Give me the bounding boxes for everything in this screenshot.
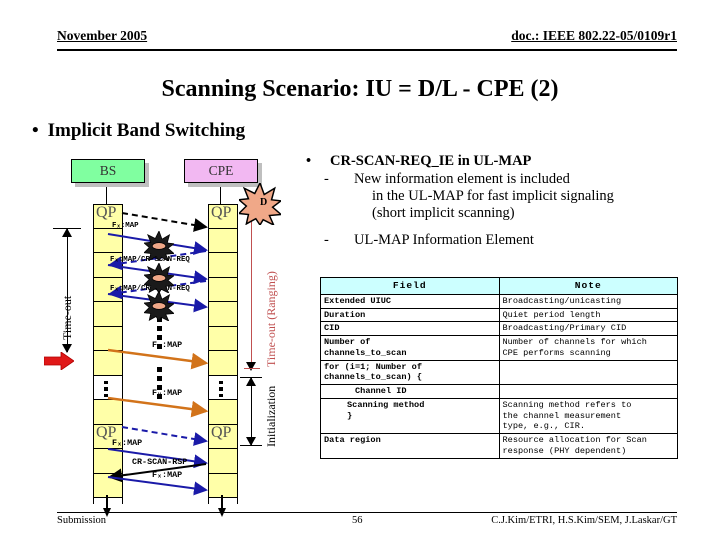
table-cell-field: Extended UIUC (320, 293, 500, 309)
table-cell-note: Resource allocation for Scan response (P… (498, 433, 678, 459)
right-sub2-label: UL-MAP Information Element (354, 232, 534, 248)
red-arrow-marker-icon (44, 352, 74, 370)
right-sub1-line2: in the UL-MAP for fast implicit signalin… (372, 188, 614, 204)
table-cell-note: Broadcasting/Primary CID (498, 321, 678, 337)
text-spacer (306, 222, 706, 231)
header-divider (57, 49, 677, 51)
table-cell-field: Scanning method } (320, 397, 500, 435)
table-header-note: Note (498, 277, 678, 295)
table-body: Extended UIUC Broadcasting/unicasting Dura… (320, 293, 678, 459)
page-title: Scanning Scenario: IU = D/L - CPE (2) (161, 76, 559, 102)
ul-map-ie-table: Field Note Extended UIUC Broadcasting/uni… (320, 277, 678, 459)
dash-marker-icon: - (324, 232, 329, 248)
header-date: November 2005 (57, 28, 148, 43)
footer-page-number: 56 (352, 515, 363, 526)
table-cell-field: CID (320, 321, 500, 337)
cpe-lifeline-end-arrow-icon (218, 495, 226, 517)
table-cell-field: for (i=1; Number of channels_to_scan) { (320, 359, 500, 386)
collision-burst-icon (144, 263, 174, 293)
detection-burst: D (237, 181, 283, 230)
sequence-diagram: BS CPE QP QP QP QP Fₓ:MAP Fᵧ:MAP Fᵧ:MAP … (40, 155, 308, 517)
main-bullet: • Implicit Band Switching (32, 120, 245, 142)
main-bullet-label: Implicit Band Switching (47, 120, 246, 141)
right-sub-item-1: - New information element is included (306, 171, 706, 188)
right-heading-label: CR-SCAN-REQ_IE in UL-MAP (330, 153, 532, 169)
msg-fy-map-1 (107, 348, 209, 370)
table-cell-note: Broadcasting/unicasting (498, 293, 678, 309)
bullet-marker-icon: • (306, 153, 312, 169)
table-header-field: Field (320, 277, 500, 295)
table-row: for (i=1; Number of channels_to_scan) { (320, 359, 678, 386)
dash-marker-icon: - (324, 171, 329, 187)
bs-lifeline-end-arrow-icon (103, 495, 111, 517)
table-cell-note: Scanning method refers to the channel me… (498, 397, 678, 435)
right-sub1-line1: New information element is included (354, 171, 570, 187)
bs-node: BS (71, 159, 145, 183)
table-cell-note (498, 359, 678, 386)
slide-footer: Submission 56 C.J.Kim/ETRI, H.S.Kim/SEM,… (57, 512, 677, 534)
table-row: Scanning method } Scanning method refers … (320, 397, 678, 435)
table-cell-field: Duration (320, 307, 500, 323)
right-sub-item-2: - UL-MAP Information Element (306, 232, 706, 249)
footer-divider (57, 512, 677, 513)
table-cell-note: Quiet period length (498, 307, 678, 323)
table-header-row: Field Note (320, 277, 678, 295)
table-row: Extended UIUC Broadcasting/unicasting (320, 293, 678, 309)
footer-submission-label: Submission (57, 515, 107, 526)
cpe-node: CPE (184, 159, 258, 183)
table-row: Data region Resource allocation for Scan … (320, 433, 678, 459)
table-row: Channel ID (320, 384, 678, 399)
collision-burst-icon (144, 291, 174, 321)
table-cell-note (498, 384, 678, 399)
msg-fy-map-2 (107, 396, 209, 418)
detection-burst-label: D (260, 197, 268, 208)
table-row: Duration Quiet period length (320, 307, 678, 323)
table-row: CID Broadcasting/Primary CID (320, 321, 678, 337)
right-sub1-line3: (short implicit scanning) (372, 205, 515, 221)
right-text-block: • CR-SCAN-REQ_IE in UL-MAP - New informati… (306, 153, 706, 249)
header-doc-id: doc.: IEEE 802.22-05/0109r1 (511, 28, 677, 43)
slide: November 2005 doc.: IEEE 802.22-05/0109r… (0, 0, 720, 540)
table-cell-field: Number of channels_to_scan (320, 335, 500, 361)
footer-authors: C.J.Kim/ETRI, H.S.Kim/SEM, J.Laskar/GT (491, 515, 677, 526)
table-cell-field: Channel ID (320, 384, 500, 399)
table-cell-note: Number of channels for which CPE perform… (498, 335, 678, 361)
table-row: Number of channels_to_scan Number of chan… (320, 335, 678, 361)
right-bullet-heading: • CR-SCAN-REQ_IE in UL-MAP (306, 153, 706, 170)
collision-burst-icon (144, 231, 174, 261)
table-cell-field: Data region (320, 433, 500, 459)
slide-header: November 2005 doc.: IEEE 802.22-05/0109r… (57, 28, 677, 52)
bullet-marker-icon: • (32, 120, 39, 141)
